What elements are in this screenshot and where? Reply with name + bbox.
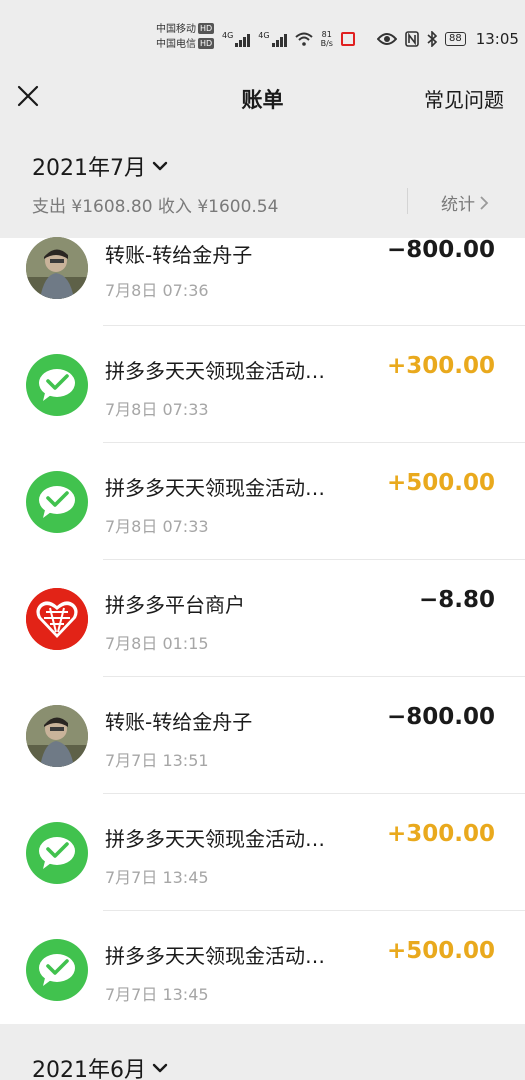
avatar (26, 237, 88, 299)
screen-record-icon (340, 32, 355, 46)
transaction-title: 转账-转给金舟子 (105, 243, 253, 267)
transaction-amount: +300.00 (386, 821, 495, 847)
carrier-2: 中国电信 (156, 39, 196, 50)
transaction-time: 7月8日 07:33 (105, 400, 209, 419)
transaction-title: 转账-转给金舟子 (105, 710, 253, 734)
transaction-amount: −800.00 (386, 237, 495, 263)
transaction-list: 转账-转给金舟子 7月8日 07:36 −800.00 拼多多天天领现金活动… … (0, 237, 525, 1028)
carrier-1: 中国移动 (156, 24, 196, 35)
month-header: 2021年7月 支出 ¥1608.80 收入 ¥1600.54 统计 (0, 128, 525, 238)
transaction-time: 7月8日 01:15 (105, 634, 209, 653)
transaction-row[interactable]: 拼多多天天领现金活动… 7月8日 07:33 +300.00 (0, 326, 525, 443)
transaction-amount: +300.00 (386, 353, 495, 379)
stats-button[interactable]: 统计 (441, 190, 489, 215)
month-selector[interactable]: 2021年6月 (32, 1052, 168, 1080)
carrier-info: 中国移动 HD 中国电信 HD (156, 22, 215, 52)
transaction-title: 拼多多天天领现金活动… (105, 476, 325, 500)
faq-button[interactable]: 常见问题 (424, 84, 504, 113)
status-bar: 中国移动 HD 中国电信 HD 4G 4G 81 B/s 88 13:05 (0, 0, 525, 70)
transaction-title: 拼多多平台商户 (105, 593, 245, 617)
signal-icon: 4G (258, 31, 287, 47)
transaction-time: 7月8日 07:33 (105, 517, 209, 536)
month-label: 2021年7月 (32, 156, 146, 181)
hd-badge: HD (198, 23, 215, 34)
month-label: 2021年6月 (32, 1058, 146, 1080)
transaction-title: 拼多多天天领现金活动… (105, 359, 325, 383)
divider (407, 188, 408, 214)
nav-bar: 账单 常见问题 (0, 70, 525, 128)
wechat-pay-icon (26, 939, 88, 1001)
month-header: 2021年6月 (0, 1024, 525, 1080)
month-selector[interactable]: 2021年7月 (32, 150, 168, 182)
clock: 13:05 (475, 30, 519, 48)
transaction-row[interactable]: 拼多多天天领现金活动… 7月8日 07:33 +500.00 (0, 443, 525, 560)
avatar (26, 705, 88, 767)
transaction-row[interactable]: 拼多多天天领现金活动… 7月7日 13:45 +500.00 (0, 911, 525, 1028)
transaction-amount: +500.00 (386, 470, 495, 496)
bluetooth-icon (427, 31, 437, 47)
chevron-down-icon (152, 1063, 168, 1073)
transaction-title: 拼多多天天领现金活动… (105, 944, 325, 968)
transaction-amount: +500.00 (386, 938, 495, 964)
hd-badge: HD (198, 38, 215, 49)
wechat-pay-icon (26, 822, 88, 884)
signal-icon: 4G (222, 31, 251, 47)
wechat-pay-icon (26, 471, 88, 533)
network-speed: 81 B/s (320, 30, 333, 48)
wifi-icon (294, 32, 313, 46)
chevron-down-icon (152, 161, 168, 171)
wechat-pay-icon (26, 354, 88, 416)
transaction-amount: −800.00 (386, 704, 495, 730)
nfc-icon (405, 31, 419, 47)
transaction-time: 7月8日 07:36 (105, 281, 209, 300)
chevron-right-icon (480, 195, 489, 210)
stats-label: 统计 (441, 195, 475, 215)
transaction-row[interactable]: 拼多多天天领现金活动… 7月7日 13:45 +300.00 (0, 794, 525, 911)
transaction-amount: −8.80 (418, 587, 495, 613)
transaction-row[interactable]: 转账-转给金舟子 7月7日 13:51 −800.00 (0, 677, 525, 794)
transaction-row[interactable]: 拼多多平台商户 7月8日 01:15 −8.80 (0, 560, 525, 677)
pinduoduo-logo-icon (26, 588, 88, 650)
status-icons: 4G 4G 81 B/s 88 13:05 (222, 27, 519, 51)
month-summary: 支出 ¥1608.80 收入 ¥1600.54 (32, 197, 279, 217)
transaction-time: 7月7日 13:45 (105, 985, 209, 1004)
transaction-row[interactable]: 转账-转给金舟子 7月8日 07:36 −800.00 (0, 237, 525, 326)
transaction-time: 7月7日 13:45 (105, 868, 209, 887)
transaction-time: 7月7日 13:51 (105, 751, 209, 770)
transaction-title: 拼多多天天领现金活动… (105, 827, 325, 851)
battery-icon: 88 (444, 32, 466, 46)
eye-icon (376, 33, 397, 45)
